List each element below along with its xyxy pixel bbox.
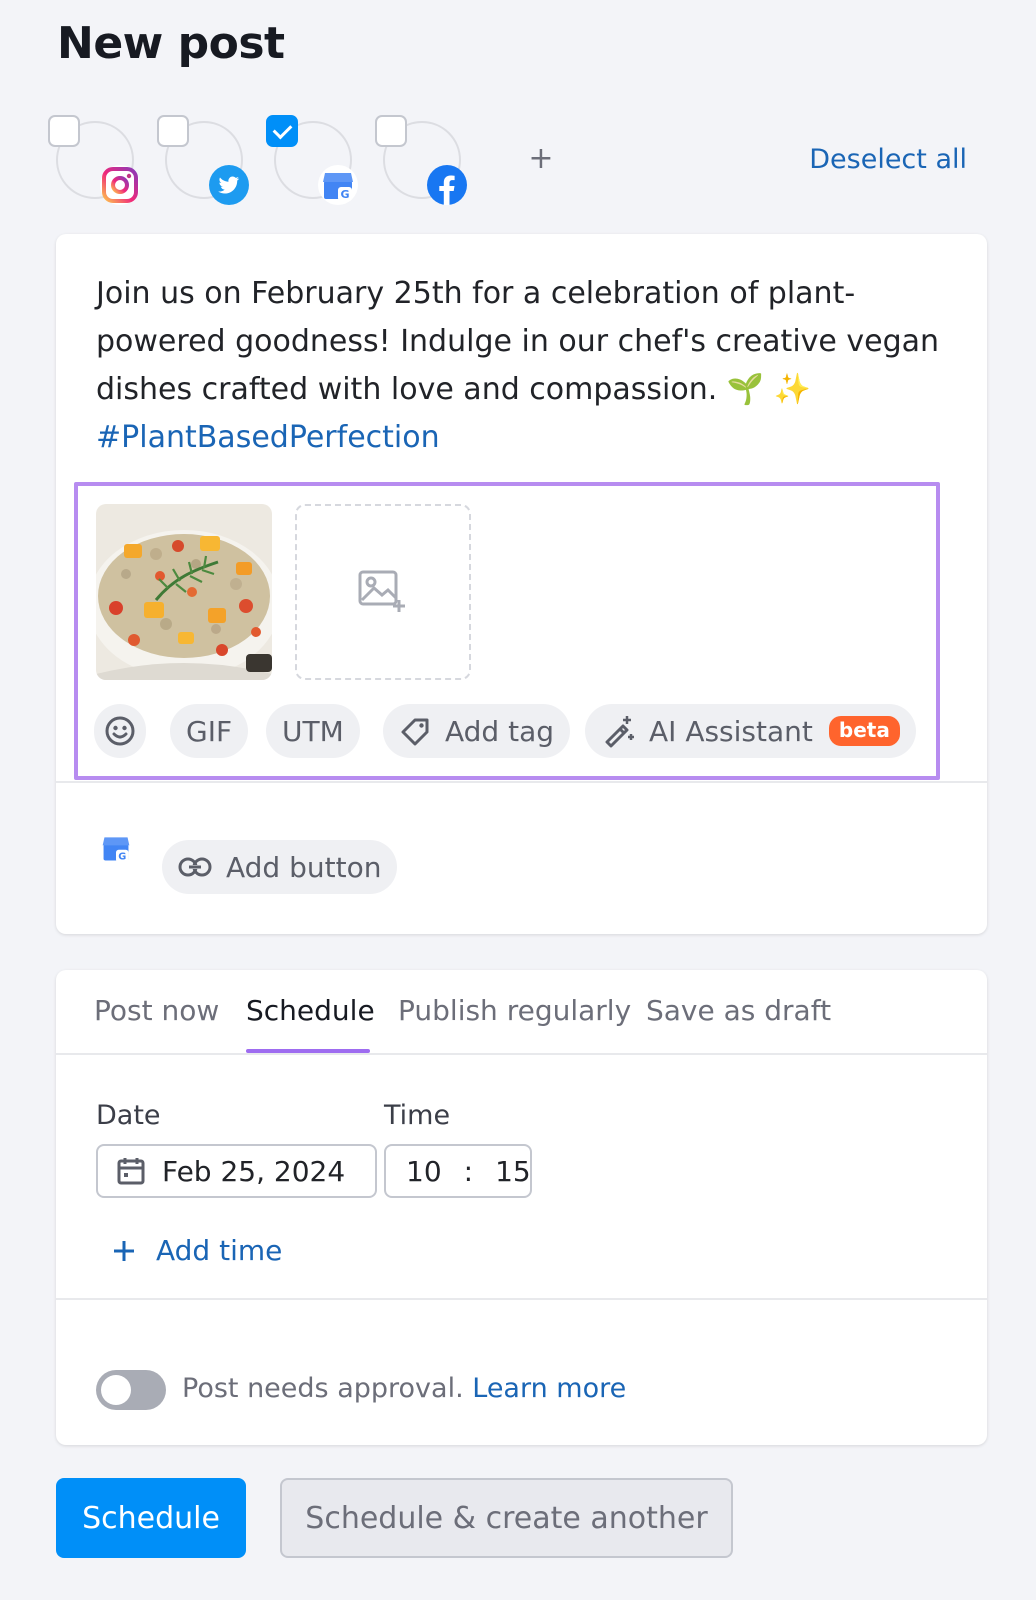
add-tag-label: Add tag <box>445 714 555 748</box>
date-value: Feb 25, 2024 <box>162 1154 346 1188</box>
time-label: Time <box>384 1100 451 1131</box>
date-label: Date <box>96 1100 161 1131</box>
beta-badge: beta <box>828 716 900 746</box>
approval-text: Post needs approval. Learn more <box>182 1373 626 1404</box>
facebook-icon <box>427 165 467 205</box>
time-hour[interactable]: 10 <box>406 1155 442 1188</box>
add-button-label: Add button <box>226 850 382 884</box>
time-separator: : <box>463 1154 474 1188</box>
add-time-link[interactable]: Add time <box>112 1234 282 1267</box>
gif-button[interactable]: GIF <box>170 704 249 758</box>
add-media-button[interactable] <box>295 504 471 680</box>
calendar-icon <box>117 1158 145 1185</box>
section-divider <box>56 1298 987 1300</box>
image-add-icon <box>358 570 405 612</box>
tab-publish-regularly[interactable]: Publish regularly <box>398 994 631 1027</box>
learn-more-link[interactable]: Learn more <box>472 1373 626 1404</box>
magic-wand-icon <box>605 716 634 748</box>
emoji-button[interactable] <box>94 704 146 758</box>
account-instagram[interactable] <box>48 115 143 207</box>
post-emojis: 🌱 ✨ <box>726 372 812 407</box>
utm-label: UTM <box>282 714 344 748</box>
tab-post-now[interactable]: Post now <box>94 994 219 1027</box>
account-facebook[interactable] <box>375 115 470 207</box>
utm-button[interactable]: UTM <box>266 704 360 758</box>
schedule-button[interactable]: Schedule <box>56 1478 246 1558</box>
add-account-button[interactable]: + <box>524 142 558 176</box>
tab-save-as-draft[interactable]: Save as draft <box>646 994 831 1027</box>
tag-icon <box>401 718 429 746</box>
account-checkbox[interactable] <box>157 115 189 147</box>
post-composer-card: Join us on February 25th for a celebrati… <box>56 234 987 934</box>
ai-assistant-button[interactable]: AI Assistant beta <box>585 704 916 758</box>
google-business-icon: G <box>318 165 358 205</box>
section-divider <box>56 781 987 783</box>
instagram-icon <box>100 165 140 205</box>
deselect-all-link[interactable]: Deselect all <box>809 144 967 175</box>
post-hashtag[interactable]: #PlantBasedPerfection <box>96 420 440 455</box>
add-time-label: Add time <box>156 1234 283 1267</box>
account-checkbox-checked[interactable] <box>266 115 298 147</box>
add-button-chip[interactable]: Add button <box>162 840 398 894</box>
tab-schedule[interactable]: Schedule <box>246 994 375 1027</box>
tabs-divider <box>56 1053 987 1055</box>
approval-toggle[interactable] <box>96 1370 166 1410</box>
ai-assistant-label: AI Assistant <box>649 714 813 748</box>
account-twitter[interactable] <box>157 115 252 207</box>
account-google-business[interactable]: G <box>266 115 361 207</box>
plus-icon <box>114 1240 134 1261</box>
account-checkbox[interactable] <box>48 115 80 147</box>
svg-text:G: G <box>340 188 349 201</box>
svg-text:G: G <box>118 852 126 863</box>
schedule-and-create-another-button[interactable]: Schedule & create another <box>280 1478 733 1558</box>
google-business-icon: G <box>100 832 132 868</box>
twitter-icon <box>209 165 249 205</box>
date-picker-input[interactable]: Feb 25, 2024 <box>96 1144 377 1198</box>
post-body-text: Join us on February 25th for a celebrati… <box>96 276 940 407</box>
time-minute[interactable]: 15 <box>495 1155 531 1188</box>
account-checkbox[interactable] <box>375 115 407 147</box>
gif-label: GIF <box>186 714 233 748</box>
post-text-editor[interactable]: Join us on February 25th for a celebrati… <box>96 270 956 462</box>
link-icon <box>178 857 212 877</box>
page-title: New post <box>57 18 285 69</box>
attached-image-thumbnail[interactable] <box>96 504 272 680</box>
add-tag-button[interactable]: Add tag <box>383 704 571 758</box>
smiley-icon <box>105 716 135 746</box>
time-input[interactable]: 10 : 15 <box>384 1144 532 1198</box>
publish-options-card: Post now Schedule Publish regularly Save… <box>56 970 987 1445</box>
approval-label: Post needs approval. <box>182 1373 464 1404</box>
